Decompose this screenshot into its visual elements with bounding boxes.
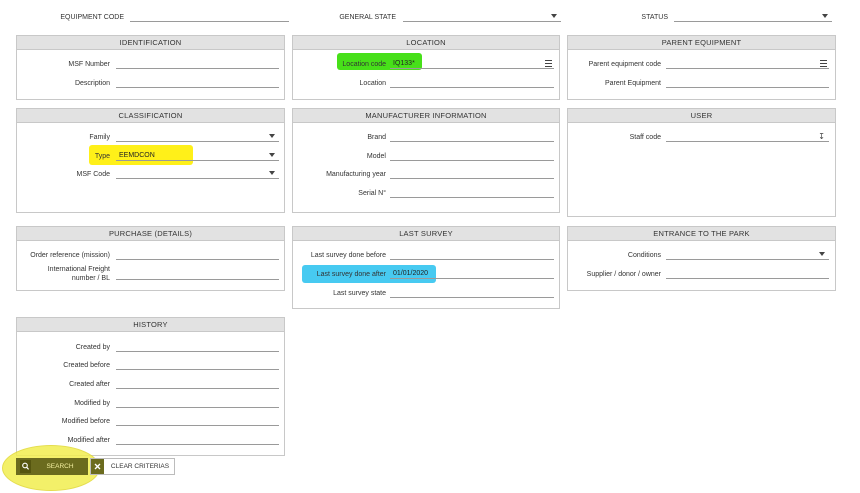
- modified-before-input[interactable]: [116, 416, 279, 426]
- model-input[interactable]: [390, 151, 554, 161]
- brand-label: Brand: [367, 134, 386, 141]
- history-title: HISTORY: [17, 318, 284, 332]
- location-code-label: Location code: [342, 61, 386, 68]
- location-label: Location: [359, 80, 386, 87]
- description-label: Description: [74, 80, 110, 87]
- serial-number-label: Serial N°: [358, 190, 386, 197]
- brand-input[interactable]: [390, 132, 554, 142]
- user-title: USER: [568, 109, 835, 123]
- modified-before-label: Modified before: [61, 418, 110, 425]
- list-icon[interactable]: [820, 60, 827, 67]
- survey-after-label: Last survey done after: [316, 271, 386, 278]
- conditions-label: Conditions: [627, 252, 661, 259]
- type-value: EEMDCON: [119, 152, 155, 159]
- order-reference-input[interactable]: [116, 250, 279, 260]
- modified-after-label: Modified after: [67, 437, 110, 444]
- last-survey-title: LAST SURVEY: [293, 227, 559, 241]
- msf-number-input[interactable]: [116, 59, 279, 69]
- parent-equipment-code-label: Parent equipment code: [588, 61, 661, 68]
- manufacturing-year-label: Manufacturing year: [326, 171, 386, 178]
- serial-number-input[interactable]: [390, 188, 554, 198]
- created-by-input[interactable]: [116, 342, 279, 352]
- chevron-down-icon: [822, 14, 828, 18]
- type-label: Type: [94, 153, 110, 160]
- msf-code-label: MSF Code: [76, 171, 110, 178]
- status-select[interactable]: [674, 12, 832, 22]
- created-after-input[interactable]: [116, 379, 279, 389]
- description-input[interactable]: [116, 78, 279, 88]
- manufacturer-title: MANUFACTURER INFORMATION: [293, 109, 559, 123]
- freight-number-input[interactable]: [116, 270, 279, 280]
- order-reference-label: Order reference (mission): [30, 252, 110, 259]
- conditions-select[interactable]: [666, 250, 829, 260]
- close-icon: [91, 459, 104, 474]
- general-state-select[interactable]: [403, 12, 561, 22]
- freight-label-line-1: International Freight: [47, 266, 110, 273]
- user-panel: USER: [567, 108, 836, 217]
- classification-title: CLASSIFICATION: [17, 109, 284, 123]
- survey-after-value: 01/01/2020: [393, 270, 429, 277]
- survey-state-label: Last survey state: [333, 290, 386, 297]
- location-input[interactable]: [390, 78, 554, 88]
- parent-equipment-input[interactable]: [666, 78, 829, 88]
- parent-equipment-label: Parent Equipment: [604, 80, 661, 87]
- clear-criteria-button[interactable]: CLEAR CRITERIAS: [90, 458, 175, 475]
- list-icon[interactable]: [545, 60, 552, 67]
- created-by-label: Created by: [75, 344, 110, 351]
- manufacturing-year-input[interactable]: [390, 169, 554, 179]
- survey-state-input[interactable]: [390, 288, 554, 298]
- chevron-down-icon: [269, 134, 275, 138]
- entrance-title: ENTRANCE TO THE PARK: [568, 227, 835, 241]
- created-before-label: Created before: [63, 362, 110, 369]
- type-select[interactable]: EEMDCON: [116, 151, 279, 161]
- created-after-label: Created after: [69, 381, 110, 388]
- freight-number-label: International Freight number / BL: [20, 265, 110, 283]
- general-state-label: GENERAL STATE: [339, 14, 396, 21]
- chevron-down-icon: [269, 153, 275, 157]
- location-code-input[interactable]: IQ133*: [390, 59, 554, 69]
- chevron-down-icon: [269, 171, 275, 175]
- msf-number-label: MSF Number: [68, 61, 110, 68]
- supplier-input[interactable]: [666, 269, 829, 279]
- model-label: Model: [366, 153, 386, 160]
- modified-after-input[interactable]: [116, 435, 279, 445]
- location-code-value: IQ133*: [393, 60, 415, 67]
- staff-code-label: Staff code: [629, 134, 661, 141]
- parent-equipment-code-input[interactable]: [666, 59, 829, 69]
- identification-title: IDENTIFICATION: [17, 36, 284, 50]
- parent-equipment-title: PARENT EQUIPMENT: [568, 36, 835, 50]
- freight-label-line-2: number / BL: [71, 275, 110, 282]
- supplier-label: Supplier / donor / owner: [586, 271, 661, 278]
- chevron-down-icon: [551, 14, 557, 18]
- arrow-down-icon[interactable]: ↧: [818, 132, 825, 141]
- search-button[interactable]: SEARCH: [16, 458, 88, 475]
- chevron-down-icon: [819, 252, 825, 256]
- family-label: Family: [89, 134, 110, 141]
- search-button-label: SEARCH: [46, 463, 74, 470]
- purchase-title: PURCHASE (DETAILS): [17, 227, 284, 241]
- staff-code-input[interactable]: ↧: [666, 132, 829, 142]
- family-select[interactable]: [116, 132, 279, 142]
- survey-before-input[interactable]: [390, 250, 554, 260]
- modified-by-input[interactable]: [116, 398, 279, 408]
- modified-by-label: Modified by: [74, 400, 110, 407]
- clear-criteria-label: CLEAR CRITERIAS: [110, 463, 170, 470]
- location-title: LOCATION: [293, 36, 559, 50]
- survey-after-input[interactable]: 01/01/2020: [390, 269, 554, 279]
- search-icon: [20, 460, 31, 473]
- equipment-code-input[interactable]: [130, 12, 289, 22]
- survey-before-label: Last survey done before: [310, 252, 386, 259]
- msf-code-select[interactable]: [116, 169, 279, 179]
- created-before-input[interactable]: [116, 360, 279, 370]
- status-label: STATUS: [641, 14, 668, 21]
- equipment-code-label: EQUIPMENT CODE: [60, 14, 124, 21]
